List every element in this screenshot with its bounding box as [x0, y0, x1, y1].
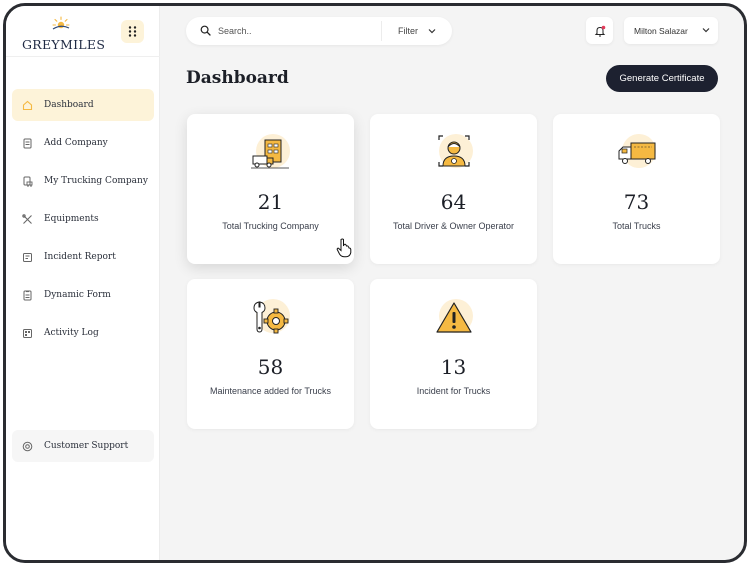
driver-icon: [434, 134, 474, 176]
hand-pointer-icon: [336, 238, 352, 258]
sidebar-item-label: My Trucking Company: [44, 176, 148, 186]
lifebuoy-icon: [20, 439, 34, 453]
sidebar-item-activity-log[interactable]: Activity Log: [12, 317, 154, 349]
chevron-down-icon: [428, 29, 436, 34]
tools-icon: [20, 212, 34, 226]
card-value: 21: [257, 190, 284, 214]
stat-card-trucking-company[interactable]: 21 Total Trucking Company: [187, 114, 354, 264]
card-label: Total Trucking Company: [222, 221, 319, 231]
search-icon: [200, 25, 211, 36]
sidebar-divider: [6, 56, 160, 57]
sidebar-nav: Dashboard Add Company My Trucking Compan…: [12, 89, 154, 355]
maintenance-icon: [251, 299, 291, 341]
home-icon: [20, 98, 34, 112]
search-input[interactable]: [218, 23, 368, 39]
card-label: Total Trucks: [612, 221, 661, 231]
sidebar-item-my-trucking-company[interactable]: My Trucking Company: [12, 165, 154, 197]
document-icon: [20, 136, 34, 150]
sidebar-item-label: Add Company: [44, 138, 108, 148]
app-window: GREYMILES Dashboard Add Company My Truck…: [3, 3, 747, 563]
user-menu[interactable]: Milton Salazar: [624, 17, 718, 44]
truck-icon: [617, 134, 657, 176]
card-value: 64: [440, 190, 467, 214]
sun-logo-icon: [52, 16, 70, 30]
sidebar-item-label: Activity Log: [44, 328, 99, 338]
trucking-company-icon: [251, 134, 291, 176]
card-label: Maintenance added for Trucks: [209, 386, 332, 396]
logo[interactable]: GREYMILES: [22, 16, 106, 52]
sidebar: GREYMILES Dashboard Add Company My Truck…: [6, 6, 160, 560]
sidebar-item-incident-report[interactable]: Incident Report: [12, 241, 154, 273]
bell-icon: [594, 25, 605, 36]
sidebar-item-label: Incident Report: [44, 252, 116, 262]
stat-card-drivers[interactable]: 64 Total Driver & Owner Operator: [370, 114, 537, 264]
apps-grid-button[interactable]: [121, 20, 144, 43]
warning-icon: [434, 299, 474, 341]
generate-certificate-button[interactable]: Generate Certificate: [606, 65, 718, 92]
stat-card-maintenance[interactable]: 58 Maintenance added for Trucks: [187, 279, 354, 429]
filter-label: Filter: [398, 26, 418, 36]
card-label: Incident for Trucks: [416, 386, 491, 396]
report-icon: [20, 250, 34, 264]
sidebar-item-label: Dashboard: [44, 100, 94, 110]
card-label: Total Driver & Owner Operator: [392, 221, 515, 231]
truck-document-icon: [20, 174, 34, 188]
customer-support-button[interactable]: Customer Support: [12, 430, 154, 462]
sidebar-item-label: Equipments: [44, 214, 99, 224]
notifications-button[interactable]: [586, 17, 613, 44]
user-name: Milton Salazar: [634, 25, 688, 36]
stat-card-incidents[interactable]: 13 Incident for Trucks: [370, 279, 537, 429]
filter-dropdown[interactable]: Filter: [382, 17, 452, 45]
card-value: 58: [257, 355, 284, 379]
grid-dots-icon: [128, 26, 137, 37]
stat-card-trucks[interactable]: 73 Total Trucks: [553, 114, 720, 264]
sidebar-item-dynamic-form[interactable]: Dynamic Form: [12, 279, 154, 311]
search-bar: Filter: [186, 17, 452, 45]
card-value: 73: [623, 190, 650, 214]
logo-text: GREYMILES: [22, 37, 106, 52]
chevron-down-icon: [702, 28, 710, 33]
customer-support-label: Customer Support: [44, 441, 129, 451]
sidebar-item-add-company[interactable]: Add Company: [12, 127, 154, 159]
sidebar-item-dashboard[interactable]: Dashboard: [12, 89, 154, 121]
sidebar-item-label: Dynamic Form: [44, 290, 111, 300]
card-value: 13: [440, 355, 467, 379]
page-title: Dashboard: [186, 68, 289, 88]
sidebar-item-equipments[interactable]: Equipments: [12, 203, 154, 235]
log-icon: [20, 326, 34, 340]
form-icon: [20, 288, 34, 302]
